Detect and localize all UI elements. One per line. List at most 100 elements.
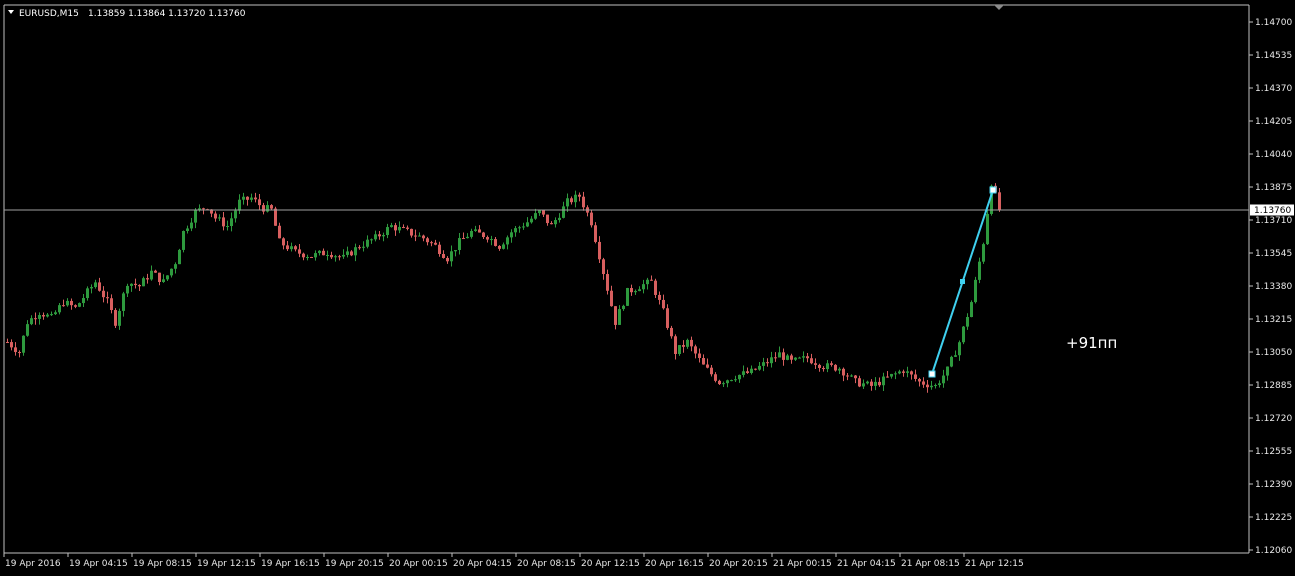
candle-body <box>318 250 321 254</box>
candle-body <box>194 210 197 223</box>
candle-body <box>798 357 801 359</box>
candle-body <box>506 237 509 245</box>
candle-body <box>126 285 129 294</box>
candle-body <box>362 246 365 248</box>
candle-body <box>350 251 353 256</box>
candle-body <box>782 352 785 360</box>
y-tick-label: 1.12225 <box>1255 513 1292 523</box>
candle-body <box>922 381 925 385</box>
candle-body <box>682 345 685 347</box>
candle-body <box>950 356 953 367</box>
candle-body <box>754 368 757 370</box>
candle-body <box>470 230 473 237</box>
candle-body <box>906 371 909 373</box>
candle-body <box>238 199 241 211</box>
candle-body <box>914 374 917 379</box>
candle-body <box>290 246 293 250</box>
candle-body <box>770 357 773 364</box>
candle-body <box>570 198 573 203</box>
candle-body <box>410 228 413 236</box>
candle-body <box>106 297 109 299</box>
candle-body <box>458 238 461 250</box>
y-tick-label: 1.13710 <box>1255 216 1292 226</box>
trendline-mid-handle[interactable] <box>960 279 965 284</box>
candle-body <box>930 385 933 388</box>
candle-body <box>714 374 717 381</box>
candle-body <box>462 238 465 240</box>
candle-body <box>910 371 913 375</box>
candle-body <box>890 373 893 377</box>
candle-body <box>38 315 41 319</box>
x-tick-label: 19 Apr 04:15 <box>69 559 128 569</box>
candle-body <box>794 357 797 360</box>
candle-body <box>306 256 309 258</box>
candle-body <box>846 375 849 377</box>
candle-body <box>366 239 369 247</box>
chart-area[interactable]: EURUSD,M15 1.13859 1.13864 1.13720 1.137… <box>0 0 1295 576</box>
candle-body <box>266 205 269 212</box>
candle-body <box>878 381 881 386</box>
candle-body <box>762 362 765 366</box>
candle-body <box>222 217 225 227</box>
candles-layer <box>6 183 1001 393</box>
candle-body <box>202 208 205 210</box>
candle-body <box>34 318 37 320</box>
candle-body <box>730 380 733 382</box>
candle-body <box>430 242 433 244</box>
candle-body <box>690 339 693 347</box>
y-tick-label: 1.12390 <box>1255 480 1292 490</box>
candle-body <box>958 342 961 356</box>
x-tick-label: 20 Apr 08:15 <box>517 559 576 569</box>
candle-body <box>150 270 153 280</box>
candle-body <box>918 378 921 382</box>
candle-body <box>546 214 549 224</box>
trendline-start-handle[interactable] <box>928 370 936 378</box>
candle-body <box>314 253 317 258</box>
candle-body <box>526 222 529 227</box>
candle-body <box>110 298 113 311</box>
candle-body <box>278 225 281 239</box>
candle-body <box>66 300 69 306</box>
candle-body <box>394 225 397 231</box>
y-tick-label: 1.14040 <box>1255 150 1292 160</box>
candle-body <box>946 366 949 376</box>
candle-body <box>42 315 45 317</box>
candle-body <box>658 294 661 300</box>
candle-body <box>6 342 9 343</box>
candle-body <box>90 287 93 289</box>
chart-shift-marker-icon[interactable] <box>994 5 1004 10</box>
candle-body <box>46 314 49 317</box>
candle-body <box>18 352 21 354</box>
x-tick-label: 19 Apr 2016 <box>5 559 61 569</box>
trendline-end-handle[interactable] <box>989 186 997 194</box>
candle-body <box>554 220 557 225</box>
candle-body <box>778 352 781 358</box>
candle-body <box>610 290 613 307</box>
candle-body <box>154 270 157 273</box>
candle-body <box>562 206 565 218</box>
symbol-dropdown-icon[interactable] <box>8 10 14 14</box>
candle-body <box>490 239 493 241</box>
candle-body <box>662 299 665 309</box>
candle-body <box>82 298 85 304</box>
candle-body <box>642 284 645 290</box>
candle-body <box>674 336 677 355</box>
candle-body <box>902 371 905 373</box>
candle-body <box>86 288 89 299</box>
candle-body <box>566 198 569 207</box>
candle-body <box>122 293 125 311</box>
candle-body <box>378 234 381 237</box>
candle-body <box>426 238 429 243</box>
candle-body <box>866 381 869 384</box>
x-tick-label: 20 Apr 20:15 <box>709 559 768 569</box>
candle-body <box>654 280 657 295</box>
candle-body <box>670 327 673 337</box>
candle-body <box>894 373 897 375</box>
candle-body <box>814 363 817 365</box>
candle-body <box>638 289 641 292</box>
candle-body <box>882 376 885 386</box>
candle-body <box>726 380 729 384</box>
candle-body <box>738 374 741 380</box>
candle-body <box>218 217 221 219</box>
pips-annotation[interactable]: +91пп <box>1066 334 1117 352</box>
